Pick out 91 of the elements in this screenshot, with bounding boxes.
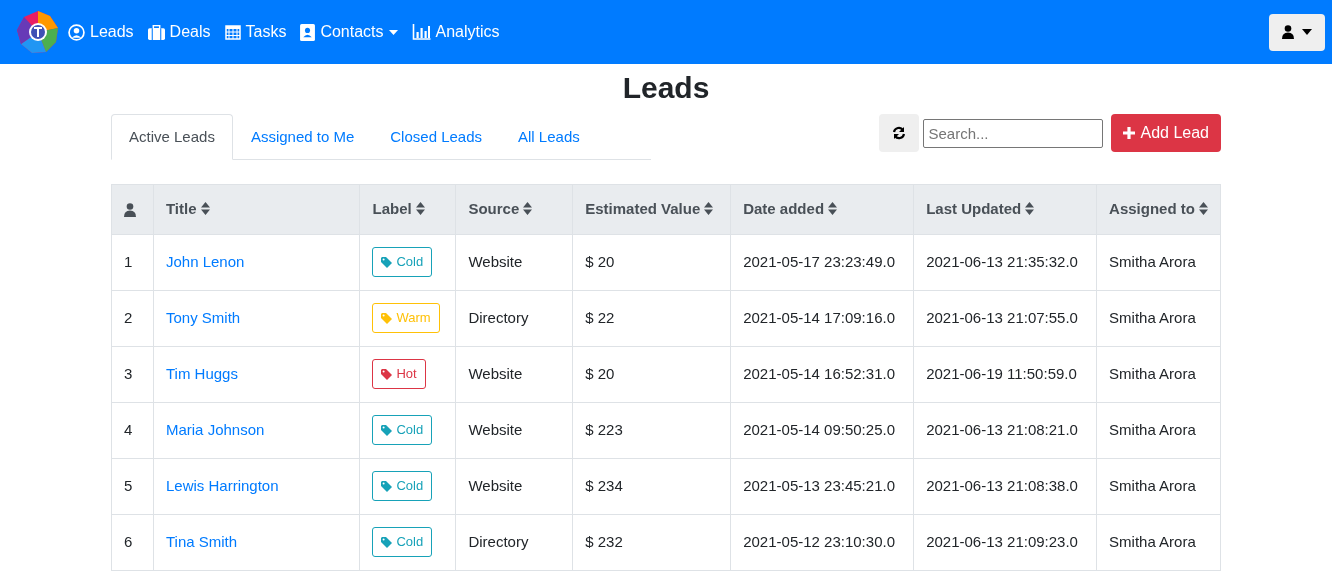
user-icon <box>124 202 136 217</box>
column-header[interactable]: Last Updated <box>926 199 1022 217</box>
tag-icon <box>381 312 393 324</box>
value-cell: $ 234 <box>572 458 731 514</box>
row-number: 2 <box>111 290 154 346</box>
date-cell: 2021-06-13 21:07:55.0 <box>913 290 1097 346</box>
lead-title-link[interactable]: Tina Smith <box>165 532 238 550</box>
row-number: 3 <box>111 346 154 402</box>
sort-icon[interactable] <box>415 201 425 215</box>
tag-icon <box>381 480 393 492</box>
assignee-cell: Smitha Arora <box>1096 290 1221 346</box>
user-menu-button[interactable] <box>1269 13 1325 51</box>
lead-title-link[interactable]: Tony Smith <box>165 308 241 326</box>
sort-icon[interactable] <box>1025 201 1035 215</box>
page-title: Leads <box>621 70 711 106</box>
refresh-button[interactable] <box>879 114 920 152</box>
contact-card-icon <box>300 23 316 41</box>
assignee-cell: Smitha Arora <box>1096 346 1221 402</box>
lead-title-link[interactable]: John Lenon <box>165 252 245 270</box>
lead-title-link[interactable]: Lewis Harrington <box>165 476 279 494</box>
row-number: 1 <box>111 234 154 290</box>
nav-link[interactable]: Analytics <box>411 20 500 44</box>
value-cell: $ 22 <box>572 290 731 346</box>
user-circle-icon <box>68 23 85 41</box>
lead-label-tag: Cold <box>372 527 433 557</box>
date-cell: 2021-05-17 23:23:49.0 <box>730 234 914 290</box>
tab[interactable]: Active Leads <box>111 114 233 160</box>
row-number: 4 <box>111 402 154 458</box>
value-cell: $ 232 <box>572 514 731 570</box>
nav-link[interactable]: Tasks <box>224 20 287 44</box>
assignee-cell: Smitha Arora <box>1096 514 1221 570</box>
date-cell: 2021-05-12 23:10:30.0 <box>730 514 914 570</box>
lead-title-link[interactable]: Tim Huggs <box>165 364 238 382</box>
lead-title-link[interactable]: Maria Johnson <box>165 420 265 438</box>
tab[interactable]: Closed Leads <box>372 114 500 160</box>
date-cell: 2021-06-13 21:08:21.0 <box>913 402 1097 458</box>
source-cell: Website <box>455 234 573 290</box>
row-number: 6 <box>111 514 154 570</box>
add-lead-button[interactable]: Add Lead <box>1111 114 1221 152</box>
bar-chart-icon <box>411 24 431 40</box>
source-cell: Website <box>455 346 573 402</box>
user-icon <box>1282 25 1294 39</box>
date-cell: 2021-06-13 21:35:32.0 <box>913 234 1097 290</box>
refresh-icon <box>892 126 907 140</box>
tag-icon <box>381 368 393 380</box>
date-cell: 2021-05-14 09:50:25.0 <box>730 402 914 458</box>
assignee-cell: Smitha Arora <box>1096 234 1221 290</box>
assignee-cell: Smitha Arora <box>1096 458 1221 514</box>
date-cell: 2021-05-14 17:09:16.0 <box>730 290 914 346</box>
tab[interactable]: All Leads <box>500 114 598 160</box>
sort-icon[interactable] <box>704 201 714 215</box>
tag-icon <box>381 424 393 436</box>
briefcase-icon <box>147 24 165 40</box>
tag-icon <box>381 536 393 548</box>
column-header[interactable]: Title <box>165 199 197 217</box>
date-cell: 2021-05-14 16:52:31.0 <box>730 346 914 402</box>
column-header[interactable]: Source <box>468 199 520 217</box>
value-cell: $ 223 <box>572 402 731 458</box>
nav-link[interactable]: Leads <box>68 20 134 44</box>
caret-icon <box>1302 29 1312 35</box>
sort-icon[interactable] <box>200 201 210 215</box>
row-number: 5 <box>111 458 154 514</box>
nav-link[interactable]: Deals <box>147 20 211 44</box>
date-cell: 2021-06-19 11:50:59.0 <box>913 346 1097 402</box>
sort-icon[interactable] <box>828 201 838 215</box>
logo-icon <box>16 10 60 54</box>
source-cell: Website <box>455 402 573 458</box>
tag-icon <box>381 256 393 268</box>
value-cell: $ 20 <box>572 234 731 290</box>
column-header[interactable]: Date added <box>743 199 825 217</box>
plus-icon <box>1123 127 1136 139</box>
lead-label-tag: Warm <box>372 303 440 333</box>
source-cell: Website <box>455 458 573 514</box>
source-cell: Directory <box>455 514 573 570</box>
date-cell: 2021-05-13 23:45:21.0 <box>730 458 914 514</box>
lead-label-tag: Cold <box>372 247 433 277</box>
column-header[interactable]: Label <box>372 199 412 217</box>
assignee-cell: Smitha Arora <box>1096 402 1221 458</box>
calendar-icon <box>224 24 241 40</box>
nav-link[interactable]: Contacts <box>300 20 398 44</box>
search-field[interactable]: Search... <box>923 118 1104 148</box>
tab[interactable]: Assigned to Me <box>232 114 373 160</box>
source-cell: Directory <box>455 290 573 346</box>
sort-icon[interactable] <box>1198 201 1208 215</box>
date-cell: 2021-06-13 21:09:23.0 <box>913 514 1097 570</box>
lead-label-tag: Hot <box>372 359 426 389</box>
value-cell: $ 20 <box>572 346 731 402</box>
lead-label-tag: Cold <box>372 415 433 445</box>
date-cell: 2021-06-13 21:08:38.0 <box>913 458 1097 514</box>
lead-label-tag: Cold <box>372 471 433 501</box>
sort-icon[interactable] <box>523 201 533 215</box>
